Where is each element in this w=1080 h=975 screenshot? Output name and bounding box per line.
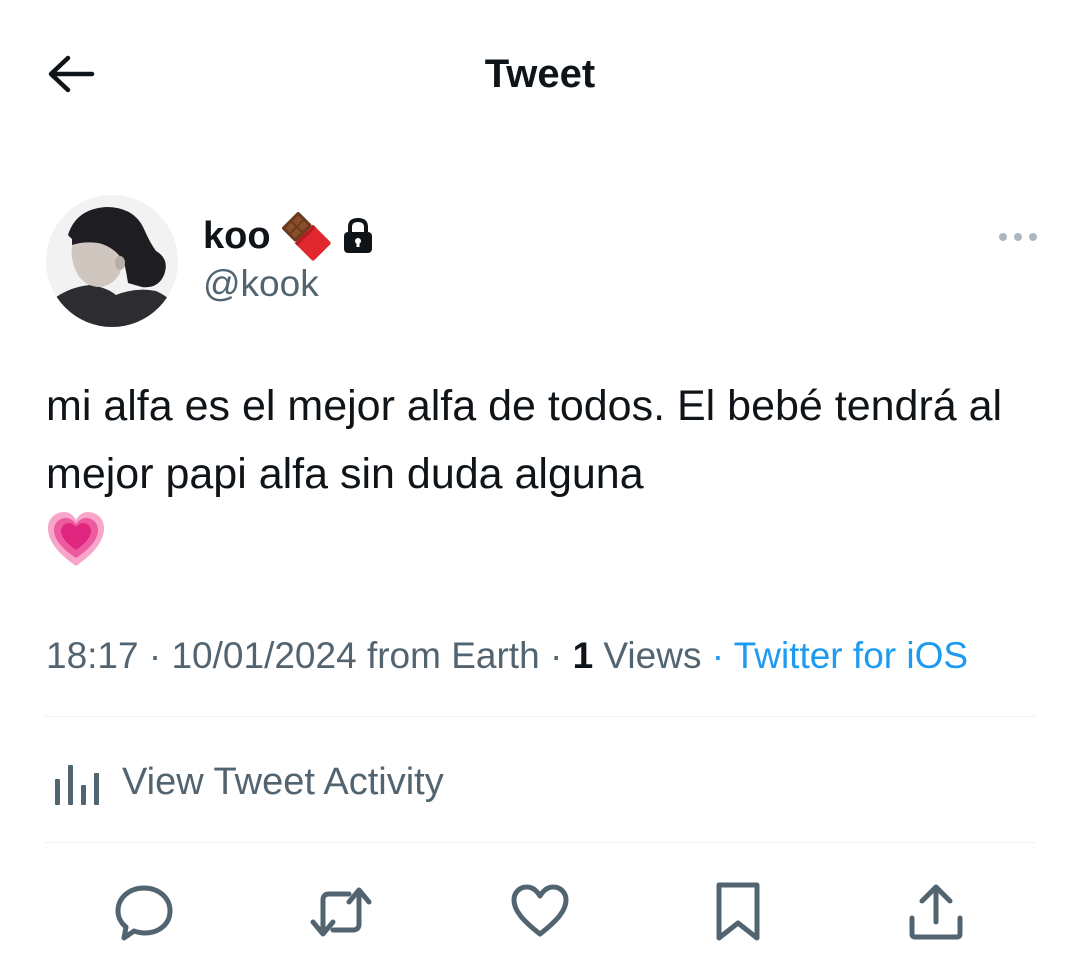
page-title: Tweet (484, 52, 596, 96)
bar-chart-icon (55, 765, 99, 805)
views-label: Views (593, 635, 702, 676)
bookmark-button[interactable] (706, 880, 770, 944)
more-horizontal-icon (999, 233, 1037, 241)
source-link[interactable]: Twitter for iOS (734, 635, 968, 676)
divider (44, 842, 1036, 843)
tweet-text: mi alfa es el mejor alfa de todos. El be… (46, 382, 1003, 498)
retweet-icon (310, 887, 372, 937)
growing-heart-icon (46, 510, 106, 570)
like-button[interactable] (508, 880, 572, 944)
tweet-time: 18:17 (46, 635, 139, 676)
tweet-location: from Earth (356, 635, 540, 676)
reply-icon (115, 885, 173, 941)
tweet-date: 10/01/2024 (171, 635, 357, 676)
more-button[interactable] (990, 220, 1046, 254)
chocolate-bar-icon (281, 212, 331, 261)
share-button[interactable] (904, 880, 968, 944)
divider (44, 716, 1036, 717)
activity-label: View Tweet Activity (122, 760, 444, 803)
reply-button[interactable] (112, 880, 176, 944)
display-name-row: koo (203, 210, 375, 262)
retweet-button[interactable] (309, 880, 373, 944)
share-icon (909, 884, 963, 940)
bookmark-icon (716, 882, 760, 941)
views-count: 1 (572, 635, 594, 676)
view-tweet-activity-button[interactable]: View Tweet Activity (52, 752, 444, 812)
avatar[interactable] (46, 195, 178, 327)
tweet-meta: 18:17 · 10/01/2024 from Earth · 1 Views … (46, 635, 969, 676)
handle: @kook (203, 263, 319, 304)
avatar-photo (46, 195, 178, 327)
lock-icon (343, 217, 372, 253)
heart-icon (511, 884, 569, 937)
display-name[interactable]: koo (203, 215, 271, 258)
